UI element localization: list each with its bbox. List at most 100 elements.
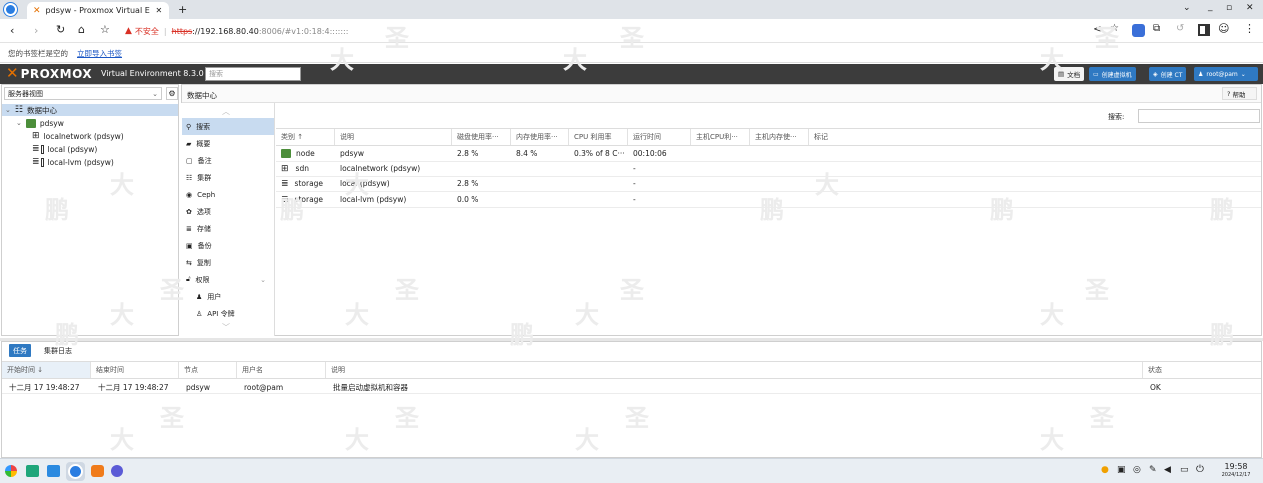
nav-item-permissions[interactable]: 🔓︎ 权限 ⌄: [182, 271, 274, 288]
cell-type: sdn: [295, 164, 309, 173]
nav-item-backup[interactable]: ▣ 备份: [182, 237, 274, 254]
table-row[interactable]: ≣ storage: [276, 176, 335, 191]
window-close-icon[interactable]: ✕: [1246, 3, 1254, 13]
sidebar-toggle-icon[interactable]: [1198, 24, 1210, 36]
volume-icon[interactable]: ◀: [1164, 465, 1171, 475]
column-header-description[interactable]: 说明: [326, 362, 1143, 378]
settings-app-icon[interactable]: [111, 465, 123, 477]
nav-item-options[interactable]: ✿ 选项: [182, 203, 274, 220]
node-icon: [281, 149, 291, 158]
bookmark-star-icon[interactable]: ☆: [1110, 23, 1119, 34]
table-row[interactable]: node: [276, 146, 335, 161]
tree-item-storage-local-lvm[interactable]: ≣ local-lvm (pdsyw): [2, 156, 114, 168]
profile-icon[interactable]: ☺: [1218, 22, 1229, 35]
tab-close-icon[interactable]: ✕: [156, 6, 163, 15]
restore-icon[interactable]: ▫: [1226, 3, 1232, 13]
terminal-icon[interactable]: [26, 465, 39, 477]
scroll-down-icon[interactable]: ﹀: [222, 322, 230, 333]
column-header-uptime[interactable]: 运行时间: [628, 129, 691, 145]
column-header-tags[interactable]: 标记: [809, 129, 869, 145]
column-header-node[interactable]: 节点: [179, 362, 237, 378]
scroll-up-icon[interactable]: ︿: [222, 106, 230, 117]
nav-item-storage[interactable]: ≣ 存储: [182, 220, 274, 237]
tab-tasks[interactable]: 任务: [9, 344, 31, 357]
cell-node: pdsyw: [186, 382, 211, 392]
global-search-input[interactable]: 搜索: [205, 67, 301, 81]
notification-icon[interactable]: ●: [1101, 465, 1109, 475]
pen-icon[interactable]: ✎: [1149, 465, 1157, 475]
tree-item-sdn[interactable]: ⊞ localnetwork (pdsyw): [2, 130, 124, 142]
back-icon[interactable]: ‹: [10, 24, 14, 37]
browser-tab[interactable]: ✕ pdsyw - Proxmox Virtual E ✕: [27, 2, 169, 19]
node-icon: [25, 118, 36, 128]
power-icon[interactable]: ⏻: [1196, 464, 1204, 475]
column-header-disk[interactable]: 磁盘使用率···: [452, 129, 511, 145]
clock[interactable]: 19:58 2024/12/17: [1215, 462, 1257, 481]
column-header-cpu[interactable]: CPU 利用率: [569, 129, 628, 145]
column-header-type[interactable]: 类别 ↑: [276, 129, 335, 145]
tree-item-storage-local[interactable]: ≣ local (pdsyw): [2, 143, 97, 155]
nav-item-notes[interactable]: ▢ 备注: [182, 152, 274, 169]
create-vm-button[interactable]: ▭ 创建虚拟机: [1089, 67, 1136, 81]
screenshot-icon[interactable]: ▣: [1117, 465, 1126, 475]
tree-item-datacenter[interactable]: ⌄ ☷ 数据中心: [2, 104, 178, 116]
launcher-icon[interactable]: [5, 465, 17, 477]
browser-logo-icon[interactable]: [4, 3, 17, 16]
sdn-icon: ⊞: [32, 131, 40, 141]
grid-search-input[interactable]: [1138, 109, 1260, 123]
nav-item-summary[interactable]: ▰ 概要: [182, 135, 274, 152]
nav-label: 集群: [197, 173, 212, 182]
clock-time: 19:58: [1224, 462, 1248, 471]
table-row[interactable]: ⊞ sdn: [276, 161, 335, 176]
extension-icon[interactable]: [1132, 24, 1145, 37]
url-host: ://192.168.80.40: [192, 26, 259, 36]
file-manager-icon[interactable]: [47, 465, 60, 477]
gear-icon[interactable]: ⚙: [166, 87, 178, 100]
share-icon[interactable]: ⋖: [1093, 24, 1101, 35]
home-icon[interactable]: ⌂: [78, 23, 85, 36]
column-header-user[interactable]: 用户名: [237, 362, 326, 378]
address-bar[interactable]: ▲ 不安全 | https://192.168.80.40:8006/#v1:0…: [125, 23, 1075, 39]
history-icon[interactable]: ↺: [1176, 23, 1184, 34]
browser-taskbar-icon[interactable]: [68, 464, 83, 479]
column-header-start-time[interactable]: 开始时间 ↓: [2, 362, 91, 378]
column-header-host-memory[interactable]: 主机内存使···: [750, 129, 809, 145]
table-row[interactable]: ≣ storage: [276, 192, 335, 207]
chevron-down-icon: ⌄: [1240, 70, 1246, 78]
proxmox-logo-text: PROXMOX: [20, 66, 93, 81]
menu-icon[interactable]: ⋮: [1244, 22, 1255, 35]
view-selector[interactable]: 服务器视图 ⌄: [4, 87, 162, 100]
nav-item-users[interactable]: ♟ 用户: [182, 288, 274, 305]
bookmark-import-link[interactable]: 立即导入书签: [77, 48, 122, 59]
cell-description: localnetwork (pdsyw): [340, 164, 421, 173]
reload-icon[interactable]: ↻: [56, 23, 65, 36]
app-store-icon[interactable]: [91, 465, 104, 477]
column-header-memory[interactable]: 内存使用率···: [511, 129, 569, 145]
column-header-end-time[interactable]: 结束时间: [91, 362, 179, 378]
tab-cluster-log[interactable]: 集群日志: [42, 344, 74, 357]
nav-item-replication[interactable]: ⇆ 复制: [182, 254, 274, 271]
cell-type: storage: [294, 195, 324, 204]
column-header-description[interactable]: 说明: [335, 129, 452, 145]
user-menu-button[interactable]: ♟ root@pam ⌄: [1194, 67, 1258, 81]
column-header-host-cpu[interactable]: 主机CPU利···: [691, 129, 750, 145]
nav-label: 复制: [196, 258, 211, 267]
star-icon[interactable]: ☆: [100, 23, 110, 36]
help-button[interactable]: ? 帮助: [1222, 87, 1257, 100]
network-icon[interactable]: ▭: [1180, 465, 1189, 475]
input-method-icon[interactable]: ◎: [1133, 465, 1141, 475]
minimize-icon[interactable]: _: [1208, 2, 1213, 12]
os-taskbar: ● ▣ ◎ ✎ ◀ ▭ ⏻ 19:58 2024/12/17: [0, 458, 1263, 483]
nav-item-api-tokens[interactable]: ♙ API 令牌: [182, 305, 274, 322]
nav-item-ceph[interactable]: ◉ Ceph: [182, 186, 274, 203]
forward-icon[interactable]: ›: [34, 24, 38, 37]
docs-button[interactable]: ▤ 文档: [1054, 67, 1085, 81]
nav-item-cluster[interactable]: ☷ 集群: [182, 169, 274, 186]
tree-item-node[interactable]: ⌄ pdsyw: [2, 117, 64, 129]
new-tab-icon[interactable]: +: [178, 3, 187, 16]
tab-list-icon[interactable]: ⌄: [1183, 3, 1191, 13]
create-ct-button[interactable]: ◈ 创建 CT: [1149, 67, 1187, 81]
column-header-status[interactable]: 状态: [1143, 362, 1259, 378]
puzzle-icon[interactable]: ⧉: [1153, 23, 1160, 34]
nav-item-search[interactable]: ⚲ 搜索: [182, 118, 274, 135]
